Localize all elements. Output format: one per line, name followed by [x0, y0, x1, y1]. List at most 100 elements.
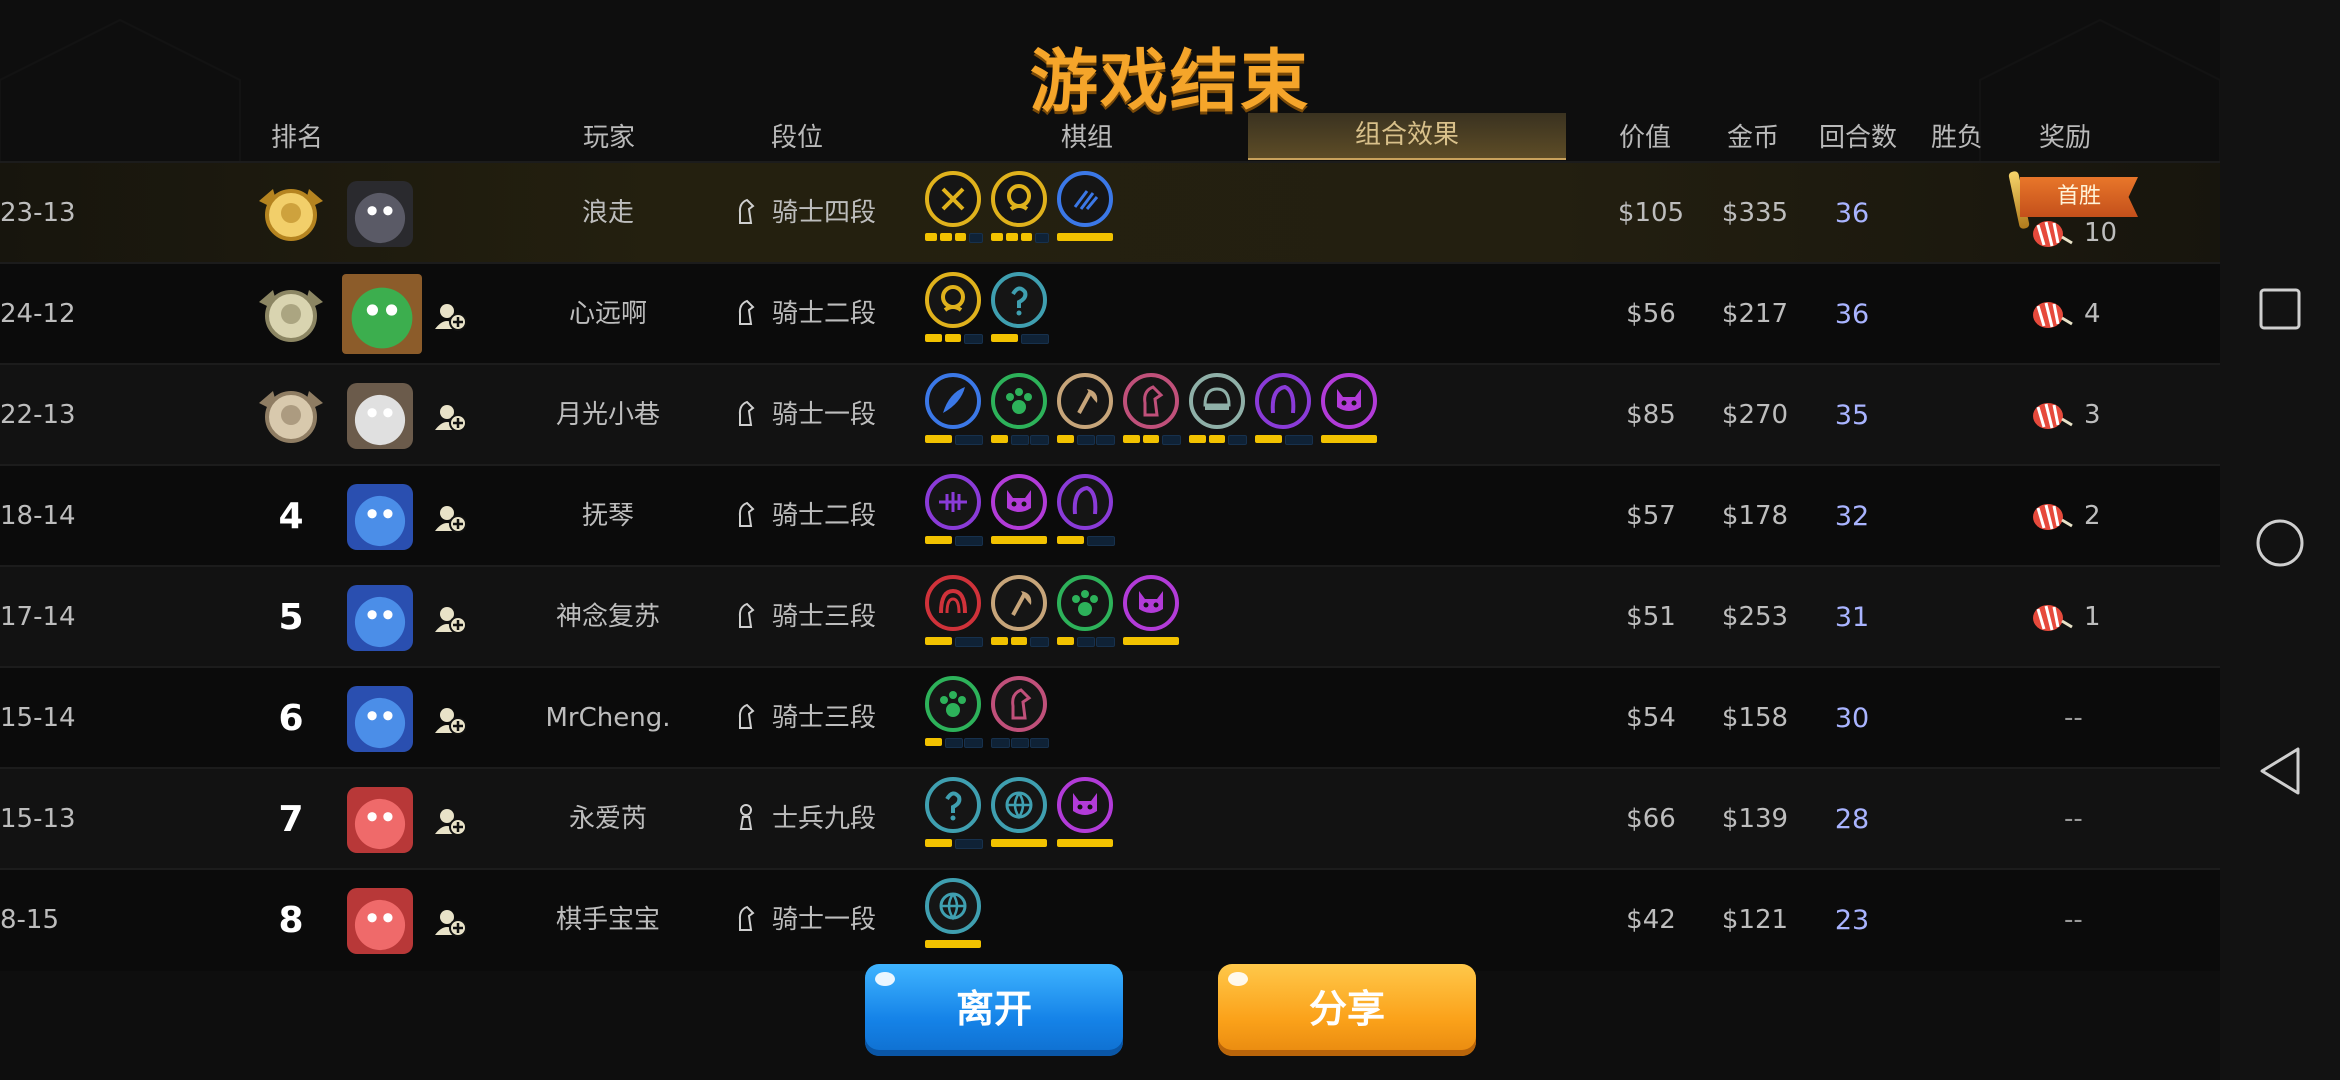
header-synergy[interactable]: 棋组	[1042, 118, 1132, 158]
tier-label: 骑士三段	[772, 602, 877, 632]
demon-icon[interactable]	[1123, 575, 1179, 631]
axe-icon[interactable]	[991, 575, 1047, 631]
avatar[interactable]	[347, 787, 413, 853]
share-button-label: 分享	[1308, 987, 1385, 1031]
tier-cell: 骑士三段	[732, 567, 932, 668]
horse-icon[interactable]	[991, 676, 1047, 732]
axe-icon[interactable]	[1057, 373, 1113, 429]
header-reward: 奖励	[2038, 123, 2091, 153]
rank-number: 7	[278, 799, 304, 840]
rounds-cell: 36	[1834, 198, 1870, 229]
reward-cell: 4	[2030, 264, 2160, 365]
synergy-level-pip	[1020, 334, 1049, 344]
share-button[interactable]: 分享	[1218, 964, 1476, 1056]
paw-icon[interactable]	[991, 373, 1047, 429]
tab-combo-effect[interactable]: 组合效果	[1248, 113, 1566, 160]
tier-label: 骑士四段	[772, 198, 877, 228]
globe-icon[interactable]	[925, 878, 981, 934]
winloss-cell: 15-13	[0, 804, 76, 834]
circle-icon[interactable]	[2255, 518, 2305, 568]
claw-icon[interactable]	[1057, 171, 1113, 227]
avatar[interactable]	[347, 484, 413, 550]
avatar-image	[347, 686, 413, 752]
rank-number: 8	[278, 900, 304, 941]
fishbone-icon[interactable]	[925, 474, 981, 530]
add-friend-icon[interactable]	[433, 703, 467, 737]
feather-icon[interactable]	[925, 373, 981, 429]
avatar[interactable]	[347, 181, 413, 247]
reward-none: --	[2064, 804, 2083, 834]
avatar[interactable]	[347, 888, 413, 954]
synergy-level-pip	[925, 940, 981, 948]
rounds-cell: 23	[1834, 905, 1870, 936]
header-rounds: 回合数	[1818, 123, 1897, 153]
skull-icon[interactable]	[925, 272, 981, 328]
gold-cell: $121	[1721, 905, 1789, 935]
crossed-swords-icon[interactable]	[925, 171, 981, 227]
rounds-cell: 32	[1834, 501, 1870, 532]
avatar-image	[347, 787, 413, 853]
avatar[interactable]	[347, 585, 413, 651]
demon-icon[interactable]	[991, 474, 1047, 530]
add-friend-icon[interactable]	[433, 299, 467, 333]
synergy-level-pip	[1030, 637, 1049, 647]
gold-medal-icon	[259, 189, 323, 241]
synergy-level-pip	[964, 334, 983, 344]
add-friend-icon[interactable]	[433, 602, 467, 636]
leave-button[interactable]: 离开	[865, 964, 1123, 1056]
winloss-cell: 17-14	[0, 602, 76, 632]
synergy-level-pip	[991, 334, 1018, 342]
add-friend-icon[interactable]	[433, 400, 467, 434]
question-mark-icon[interactable]	[991, 272, 1047, 328]
globe-icon[interactable]	[991, 777, 1047, 833]
value-cell: $56	[1626, 299, 1676, 329]
paw-icon[interactable]	[1057, 575, 1113, 631]
reward-cell: 1	[2030, 567, 2160, 668]
hood-icon[interactable]	[1057, 474, 1113, 530]
add-friend-icon[interactable]	[433, 905, 467, 939]
hood-icon[interactable]	[1255, 373, 1311, 429]
value-cell: $42	[1626, 905, 1676, 935]
skull-icon[interactable]	[991, 171, 1047, 227]
arch-icon[interactable]	[925, 575, 981, 631]
horse-icon[interactable]	[1123, 373, 1179, 429]
header-gold: 金币	[1726, 123, 1779, 153]
player-name: 棋手宝宝	[555, 905, 660, 935]
synergy-level-pip	[1035, 233, 1049, 243]
demon-icon[interactable]	[1321, 373, 1377, 429]
value-cell: $57	[1626, 501, 1676, 531]
synergy-level-pip	[1010, 637, 1028, 645]
triangle-back-icon[interactable]	[2258, 746, 2302, 796]
avatar[interactable]	[342, 274, 422, 354]
question-mark-icon[interactable]	[925, 777, 981, 833]
player-name: 浪走	[581, 198, 634, 228]
button-gloss	[875, 972, 895, 986]
tier-cell: 骑士二段	[732, 466, 932, 567]
candy-icon	[2033, 403, 2073, 429]
paw-icon[interactable]	[925, 676, 981, 732]
synergy-level-pip	[1123, 435, 1140, 443]
synergy-level-pip	[925, 738, 942, 746]
helmet-icon[interactable]	[1189, 373, 1245, 429]
synergy-level-pip	[1255, 435, 1282, 443]
reward-count: 4	[2084, 299, 2101, 329]
synergy-level-pip	[1005, 233, 1018, 241]
synergy-level-pip	[991, 637, 1008, 645]
reward-cell: 3	[2030, 365, 2160, 466]
avatar-image	[347, 484, 413, 550]
square-icon[interactable]	[2258, 287, 2302, 331]
synergy-level-pip	[1030, 738, 1049, 748]
tier-label: 骑士二段	[772, 501, 877, 531]
add-friend-icon[interactable]	[433, 804, 467, 838]
synergy-level-pip	[954, 536, 983, 546]
demon-icon[interactable]	[1057, 777, 1113, 833]
synergy-level-pip	[1284, 435, 1313, 445]
value-cell: $51	[1626, 602, 1676, 632]
avatar[interactable]	[347, 686, 413, 752]
player-name: MrCheng.	[545, 703, 671, 733]
rounds-cell: 28	[1834, 804, 1870, 835]
tier-cell: 骑士四段	[732, 163, 932, 264]
avatar[interactable]	[347, 383, 413, 449]
add-friend-icon[interactable]	[433, 501, 467, 535]
header-player: 玩家	[582, 123, 635, 153]
